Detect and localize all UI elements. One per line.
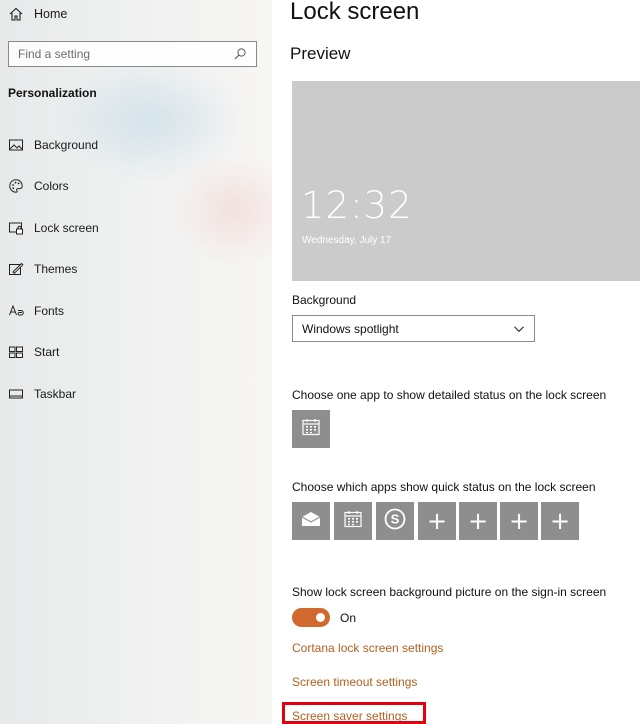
search-placeholder: Find a setting bbox=[18, 47, 91, 61]
chevron-down-icon bbox=[513, 323, 525, 335]
sidebar-item-label: Background bbox=[34, 138, 99, 152]
sidebar-item-taskbar[interactable]: Taskbar bbox=[8, 384, 76, 404]
plus-icon: + bbox=[549, 507, 571, 535]
sidebar-item-lock-screen[interactable]: Lock screen bbox=[8, 218, 99, 238]
detailed-status-app-button[interactable] bbox=[292, 410, 330, 448]
plus-icon: + bbox=[426, 507, 448, 535]
sidebar-item-label: Taskbar bbox=[34, 387, 77, 401]
quick-status-add-button[interactable]: + bbox=[500, 502, 538, 540]
detailed-status-label: Choose one app to show detailed status o… bbox=[292, 388, 607, 402]
toggle-knob bbox=[316, 613, 325, 622]
calendar-icon bbox=[343, 509, 363, 534]
quick-status-add-button[interactable]: + bbox=[541, 502, 579, 540]
sidebar: Home Find a setting Personalization Back… bbox=[0, 0, 272, 724]
skype-icon: S bbox=[383, 507, 407, 536]
sidebar-item-label: Start bbox=[34, 345, 60, 359]
mail-icon bbox=[300, 509, 322, 534]
preview-time: 12:32 bbox=[301, 184, 413, 227]
sidebar-item-background[interactable]: Background bbox=[8, 135, 98, 155]
sidebar-item-themes[interactable]: Themes bbox=[8, 259, 77, 279]
quick-status-mail-button[interactable] bbox=[292, 502, 330, 540]
themes-icon bbox=[8, 261, 24, 277]
highlight-box bbox=[282, 702, 426, 724]
sidebar-item-label: Lock screen bbox=[34, 221, 99, 235]
sidebar-item-label: Colors bbox=[34, 179, 69, 193]
quick-status-add-button[interactable]: + bbox=[459, 502, 497, 540]
screen-timeout-settings-link[interactable]: Screen timeout settings bbox=[292, 675, 417, 689]
sidebar-item-label: Fonts bbox=[34, 304, 65, 318]
sidebar-item-fonts[interactable]: Fonts bbox=[8, 301, 64, 321]
background-dropdown-value: Windows spotlight bbox=[302, 321, 399, 336]
start-icon bbox=[8, 344, 24, 360]
palette-icon bbox=[8, 178, 24, 194]
sidebar-item-colors[interactable]: Colors bbox=[8, 176, 69, 196]
search-input[interactable]: Find a setting bbox=[8, 41, 257, 67]
background-dropdown[interactable]: Windows spotlight bbox=[292, 315, 535, 342]
sidebar-item-label: Themes bbox=[34, 262, 78, 276]
calendar-icon bbox=[301, 417, 321, 442]
svg-text:S: S bbox=[391, 511, 400, 526]
preview-date: Wednesday, July 17 bbox=[302, 235, 392, 246]
signin-picture-label: Show lock screen background picture on t… bbox=[292, 585, 607, 599]
quick-status-label: Choose which apps show quick status on t… bbox=[292, 480, 596, 494]
lock-screen-preview: 12:32 Wednesday, July 17 bbox=[292, 81, 640, 281]
preview-heading: Preview bbox=[290, 44, 351, 63]
home-label: Home bbox=[34, 7, 68, 21]
home-link[interactable]: Home bbox=[8, 4, 67, 24]
main-content: Lock screen Preview 12:32 Wednesday, Jul… bbox=[272, 0, 640, 724]
fonts-icon bbox=[8, 303, 24, 319]
cortana-lock-screen-settings-link[interactable]: Cortana lock screen settings bbox=[292, 641, 443, 655]
section-title: Personalization bbox=[8, 86, 97, 100]
home-icon bbox=[8, 6, 24, 22]
sidebar-item-start[interactable]: Start bbox=[8, 342, 59, 362]
plus-icon: + bbox=[508, 507, 530, 535]
signin-picture-toggle[interactable] bbox=[292, 608, 330, 627]
background-label: Background bbox=[292, 293, 357, 307]
quick-status-add-button[interactable]: + bbox=[418, 502, 456, 540]
lock-screen-icon bbox=[8, 220, 24, 236]
quick-status-calendar-button[interactable] bbox=[334, 502, 372, 540]
plus-icon: + bbox=[467, 507, 489, 535]
search-icon[interactable] bbox=[233, 47, 247, 61]
page-title: Lock screen bbox=[290, 0, 420, 25]
toggle-state-label: On bbox=[340, 611, 357, 625]
picture-icon bbox=[8, 137, 24, 153]
quick-status-skype-button[interactable]: S bbox=[376, 502, 414, 540]
taskbar-icon bbox=[8, 386, 24, 402]
